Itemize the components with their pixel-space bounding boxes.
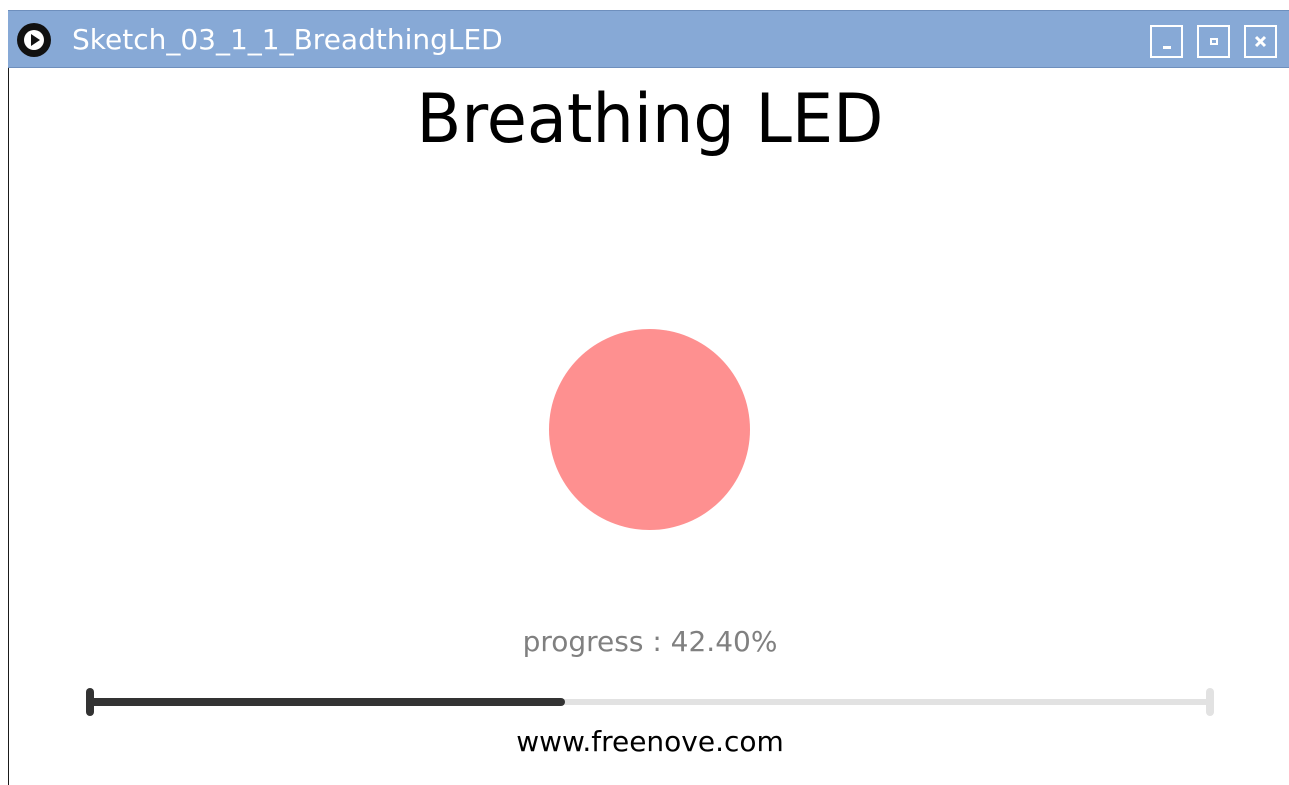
- footer-url: www.freenove.com: [516, 725, 784, 758]
- led-indicator: [549, 329, 750, 530]
- minimize-icon: [1163, 46, 1171, 49]
- page-title: Breathing LED: [416, 80, 884, 159]
- close-button[interactable]: [1244, 25, 1277, 58]
- progress-label: progress : 42.40%: [522, 625, 778, 658]
- title-bar[interactable]: Sketch_03_1_1_BreadthingLED: [8, 10, 1289, 68]
- window-border: [8, 68, 9, 785]
- play-icon[interactable]: [17, 23, 51, 57]
- maximize-icon: [1210, 38, 1218, 45]
- app-window: Sketch_03_1_1_BreadthingLED Breathing LE…: [0, 0, 1289, 785]
- minimize-button[interactable]: [1150, 25, 1183, 58]
- slider-handle-left[interactable]: [86, 688, 94, 716]
- maximize-button[interactable]: [1197, 25, 1230, 58]
- slider-fill: [90, 698, 565, 706]
- close-icon: [1254, 35, 1267, 48]
- window-title: Sketch_03_1_1_BreadthingLED: [72, 23, 503, 56]
- progress-slider[interactable]: [86, 686, 1216, 718]
- slider-handle-right[interactable]: [1206, 688, 1214, 716]
